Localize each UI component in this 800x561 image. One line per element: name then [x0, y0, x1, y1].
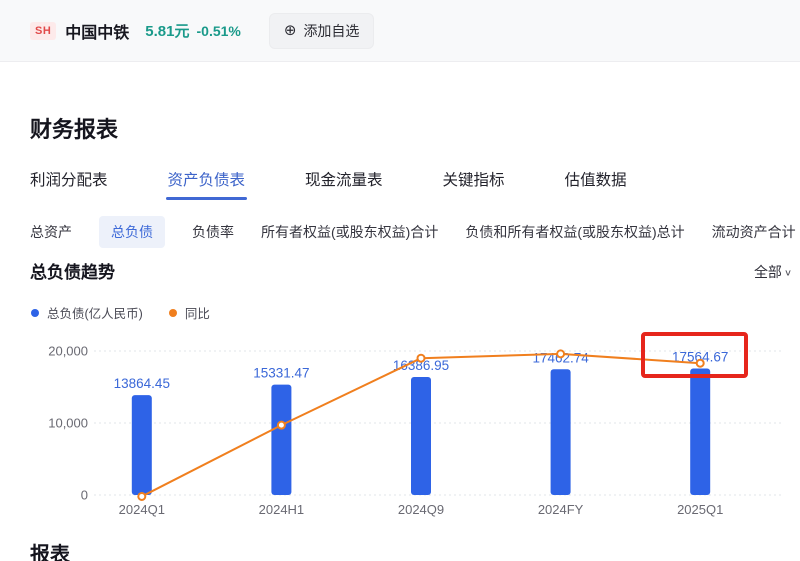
legend-dot-icon [169, 309, 177, 317]
tab-1[interactable]: 资产负债表 [168, 168, 246, 200]
x-tick-label: 2024Q1 [119, 502, 165, 517]
bar-value-label: 13864.45 [114, 376, 170, 391]
tab-4[interactable]: 估值数据 [565, 168, 627, 200]
bar-2024Q9[interactable] [411, 377, 431, 495]
yoy-line-marker[interactable] [418, 355, 425, 362]
x-tick-label: 2024FY [538, 502, 584, 517]
x-tick-label: 2024H1 [259, 502, 305, 517]
yoy-line-marker[interactable] [697, 360, 704, 367]
bar-value-label: 15331.47 [253, 366, 309, 381]
y-tick-label: 10,000 [48, 416, 88, 431]
legend-item-0[interactable]: 总负债(亿人民币) [31, 303, 143, 322]
report-tabs: 利润分配表 资产负债表 现金流量表 关键指标 估值数据 [30, 168, 627, 200]
stock-price: 5.81元 [145, 20, 189, 41]
stock-header-bar: SH 中国中铁 5.81元 -0.51% ⊕ 添加自选 [0, 0, 800, 62]
page: SH 中国中铁 5.81元 -0.51% ⊕ 添加自选 财务报表 利润分配表 资产… [0, 0, 800, 561]
tab-2[interactable]: 现金流量表 [305, 168, 383, 200]
next-section-title: 报表 [30, 538, 70, 561]
chart-title: 总负债趋势 [30, 258, 115, 283]
yoy-line-marker[interactable] [278, 422, 285, 429]
bar-2024H1[interactable] [271, 385, 291, 495]
subtab-5[interactable]: 流动资产合计 [712, 216, 796, 248]
y-tick-label: 0 [81, 488, 88, 503]
subtab-2[interactable]: 负债率 [192, 216, 234, 248]
legend-item-1[interactable]: 同比 [169, 303, 210, 322]
subtab-3[interactable]: 所有者权益(或股东权益)合计 [261, 216, 438, 248]
legend-label: 总负债(亿人民币) [47, 303, 143, 322]
bar-2025Q1[interactable] [690, 369, 710, 495]
yoy-line-marker[interactable] [557, 350, 564, 357]
legend-dot-icon [31, 309, 39, 317]
chevron-down-icon: ∨ [784, 267, 792, 277]
legend-label: 同比 [185, 303, 210, 322]
range-selector-dropdown[interactable]: 全部 ∨ [754, 262, 792, 282]
liabilities-trend-chart[interactable]: 010,00020,00013864.4515331.4716386.95174… [30, 330, 790, 525]
stock-change: -0.51% [197, 23, 241, 39]
stock-name: 中国中铁 [65, 19, 129, 43]
y-tick-label: 20,000 [48, 344, 88, 359]
add-watchlist-label: 添加自选 [303, 21, 359, 41]
add-watchlist-button[interactable]: ⊕ 添加自选 [269, 13, 375, 49]
x-tick-label: 2024Q9 [398, 502, 444, 517]
exchange-badge: SH [30, 22, 56, 40]
yoy-line-marker[interactable] [138, 493, 145, 500]
page-title: 财务报表 [30, 112, 118, 144]
chart-legend: 总负债(亿人民币) 同比 [31, 303, 210, 322]
x-tick-label: 2025Q1 [677, 502, 723, 517]
range-selector-label: 全部 [754, 262, 782, 282]
subtab-0[interactable]: 总资产 [30, 216, 72, 248]
subtab-4[interactable]: 负债和所有者权益(或股东权益)总计 [465, 216, 684, 248]
bar-2024FY[interactable] [551, 369, 571, 495]
tab-3[interactable]: 关键指标 [443, 168, 505, 200]
subtab-1[interactable]: 总负债 [99, 216, 165, 248]
metric-subtabs: 总资产总负债负债率所有者权益(或股东权益)合计负债和所有者权益(或股东权益)总计… [30, 216, 800, 248]
plus-circle-icon: ⊕ [284, 23, 297, 38]
tab-0[interactable]: 利润分配表 [30, 168, 108, 200]
bar-2024Q1[interactable] [132, 395, 152, 495]
